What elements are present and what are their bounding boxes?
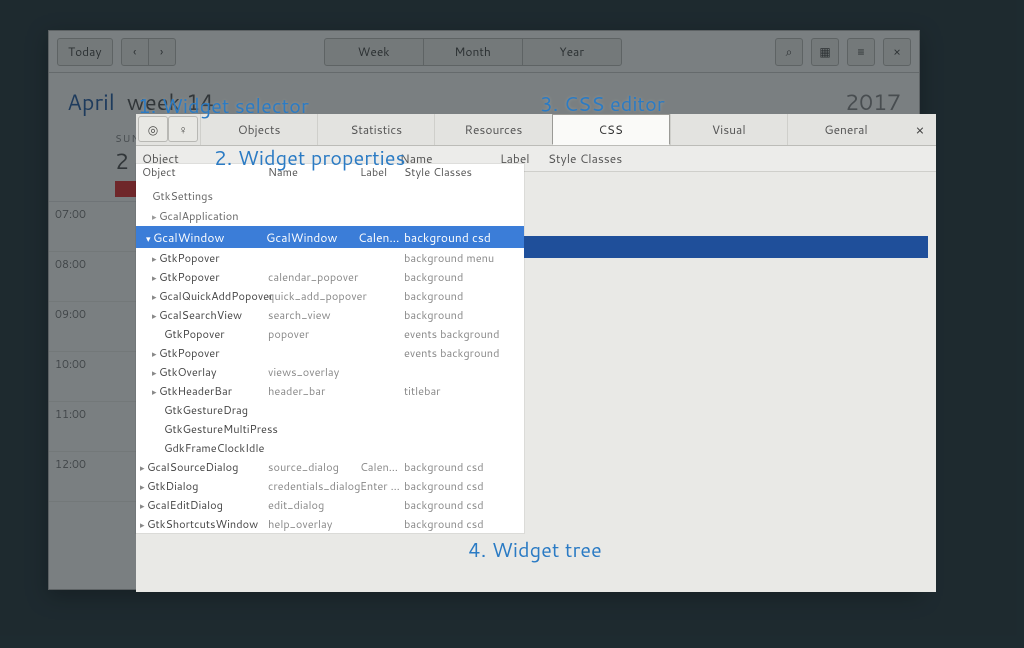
cell-object: GtkPopover bbox=[136, 326, 268, 342]
cell-object: GcalQuickAddPopover bbox=[136, 288, 268, 304]
cell-object: GtkGestureDrag bbox=[136, 402, 268, 418]
tree-row[interactable]: GtkShortcutsWindowhelp_overlay background… bbox=[136, 514, 524, 533]
cell-style: titlebar bbox=[404, 383, 441, 399]
annotation-1: 1. Widget selector bbox=[138, 92, 309, 120]
tab-css[interactable]: CSS bbox=[552, 114, 670, 145]
close-icon: × bbox=[916, 120, 925, 140]
tree-row[interactable]: GtkHeaderBarheader_bar titlebar bbox=[136, 381, 524, 400]
cell-name: views_overlay bbox=[268, 364, 360, 380]
cell-style: events background bbox=[404, 326, 500, 342]
cell-name: quick_add_popover bbox=[268, 288, 360, 304]
tree-children: GtkPopoverbackground menuGtkPopovercalen… bbox=[136, 248, 524, 533]
tree-row[interactable]: GcalQuickAddPopoverquick_add_popover back… bbox=[136, 286, 524, 305]
cell-object: GtkShortcutsWindow bbox=[136, 516, 268, 532]
cell-object: GdkFrameClockIdle bbox=[136, 440, 268, 456]
cell-object: GtkPopover bbox=[136, 250, 268, 266]
col-style: Style Classes bbox=[404, 164, 472, 180]
cell-style: background bbox=[404, 288, 463, 304]
tab-resources[interactable]: Resources bbox=[434, 114, 551, 145]
tree-row[interactable]: GtkPopover background menu bbox=[136, 248, 524, 267]
tab-visual[interactable]: Visual bbox=[670, 114, 787, 145]
tree-row[interactable]: GtkSettings bbox=[136, 186, 524, 206]
tab-statistics[interactable]: Statistics bbox=[317, 114, 434, 145]
cell-object: GcalWindow bbox=[136, 229, 266, 246]
cell-label: Calen… bbox=[358, 229, 404, 246]
tree-pre-rows: GtkSettings GcalApplication bbox=[136, 182, 524, 226]
bulb-icon: ♀ bbox=[179, 121, 188, 138]
selection-extension bbox=[524, 236, 928, 258]
cell-name: calendar_popover bbox=[268, 269, 360, 285]
tree-row[interactable]: GtkPopovercalendar_popover background bbox=[136, 267, 524, 286]
cell-style: background csd bbox=[404, 516, 484, 532]
cell-name: header_bar bbox=[268, 383, 360, 399]
cell-object: GtkDialog bbox=[136, 478, 268, 494]
tree-row[interactable]: GcalEditDialogedit_dialog background csd bbox=[136, 495, 524, 514]
cell-object: GtkPopover bbox=[136, 345, 268, 361]
cell-style: background bbox=[404, 269, 463, 285]
cell-style: background csd bbox=[404, 459, 484, 475]
tree-row[interactable]: GtkDialogcredentials_dialogEnter …backgr… bbox=[136, 476, 524, 495]
cell-object: GcalSearchView bbox=[136, 307, 268, 323]
tree-row-selected[interactable]: GcalWindow GcalWindow Calen… background … bbox=[136, 226, 524, 248]
tree-row[interactable]: GtkPopover events background bbox=[136, 343, 524, 362]
cell-style: background menu bbox=[404, 250, 494, 266]
widget-tree-panel: Object Name Label Style Classes GtkSetti… bbox=[136, 164, 524, 533]
tree-row[interactable]: GtkGestureDrag bbox=[136, 400, 524, 419]
cell-name: GcalWindow bbox=[266, 229, 358, 246]
target-icon: ◎ bbox=[148, 121, 158, 138]
cell-name: help_overlay bbox=[268, 516, 360, 532]
gtk-inspector-window: ◎ ♀ Objects Statistics Resources CSS Vis… bbox=[136, 114, 936, 592]
cell-style: background csd bbox=[404, 229, 491, 246]
col-style: Style Classes bbox=[548, 150, 622, 167]
cell-style: background csd bbox=[404, 478, 484, 494]
tree-row[interactable]: GtkPopoverpopover events background bbox=[136, 324, 524, 343]
inspector-close-button[interactable]: × bbox=[904, 114, 936, 145]
cell-label: Calen… bbox=[360, 459, 404, 475]
cell-label: Enter … bbox=[360, 478, 404, 494]
tree-row[interactable]: GtkOverlayviews_overlay bbox=[136, 362, 524, 381]
cell-name: source_dialog bbox=[268, 459, 360, 475]
tree-row[interactable]: GcalSearchViewsearch_view background bbox=[136, 305, 524, 324]
tree-row[interactable]: GcalApplication bbox=[136, 206, 524, 226]
annotation-3: 3. CSS editor bbox=[540, 90, 665, 118]
cell-name: popover bbox=[268, 326, 360, 342]
cell-object: GcalEditDialog bbox=[136, 497, 268, 513]
cell-style: background csd bbox=[404, 497, 484, 513]
annotation-4: 4. Widget tree bbox=[468, 536, 602, 564]
tree-row[interactable]: GdkFrameClockIdle bbox=[136, 438, 524, 457]
cell-object: GtkPopover bbox=[136, 269, 268, 285]
cell-style: events background bbox=[404, 345, 500, 361]
tab-general[interactable]: General bbox=[787, 114, 904, 145]
cell-name: search_view bbox=[268, 307, 360, 323]
tree-row[interactable]: GtkGestureMultiPress bbox=[136, 419, 524, 438]
cell-name: edit_dialog bbox=[268, 497, 360, 513]
cell-object: GcalSourceDialog bbox=[136, 459, 268, 475]
cell-object: GtkHeaderBar bbox=[136, 383, 268, 399]
cell-name: credentials_dialog bbox=[268, 478, 360, 494]
cell-style: background bbox=[404, 307, 463, 323]
cell-object: GtkGestureMultiPress bbox=[136, 421, 268, 437]
annotation-2: 2. Widget properties bbox=[214, 144, 405, 172]
cell-object: GtkOverlay bbox=[136, 364, 268, 380]
tree-row[interactable]: GcalSourceDialogsource_dialogCalen…backg… bbox=[136, 457, 524, 476]
